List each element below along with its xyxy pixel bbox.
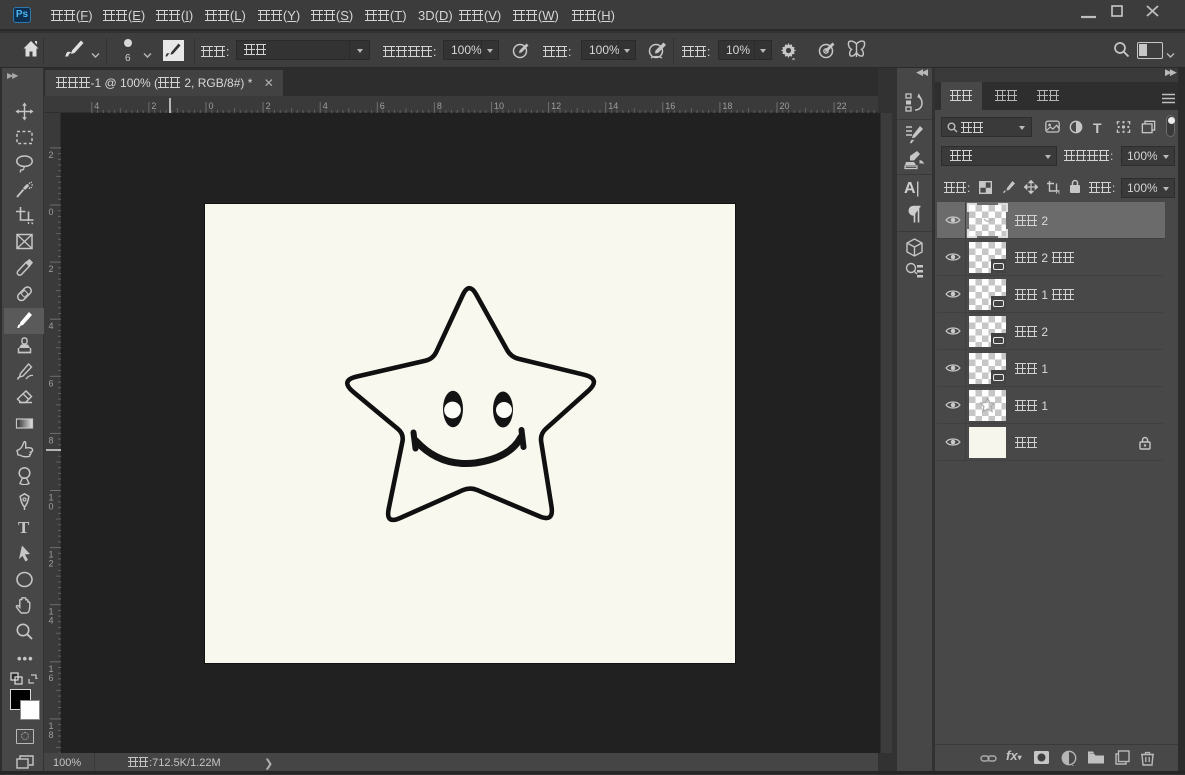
svg-text:0: 0 xyxy=(49,207,54,217)
svg-text:14: 14 xyxy=(608,101,618,111)
svg-text:18: 18 xyxy=(722,101,732,111)
svg-text:4: 4 xyxy=(49,616,54,626)
svg-text:0: 0 xyxy=(209,101,214,111)
svg-text:12: 12 xyxy=(551,101,561,111)
svg-text:2: 2 xyxy=(266,101,271,111)
svg-text:8: 8 xyxy=(49,730,54,740)
svg-text:22: 22 xyxy=(837,101,847,111)
svg-text:4: 4 xyxy=(94,101,99,111)
svg-text:16: 16 xyxy=(665,101,675,111)
svg-text:6: 6 xyxy=(49,673,54,683)
svg-text:T: T xyxy=(18,518,30,537)
svg-text:6: 6 xyxy=(49,378,54,388)
svg-text:8: 8 xyxy=(49,435,54,445)
svg-text:8: 8 xyxy=(437,101,442,111)
svg-text:2: 2 xyxy=(49,559,54,569)
svg-text:4: 4 xyxy=(323,101,328,111)
svg-text:2: 2 xyxy=(151,101,156,111)
svg-text:2: 2 xyxy=(49,264,54,274)
svg-text:0: 0 xyxy=(49,502,54,512)
svg-text:4: 4 xyxy=(49,321,54,331)
svg-text:20: 20 xyxy=(780,101,790,111)
svg-text:10: 10 xyxy=(494,101,504,111)
svg-text:6: 6 xyxy=(380,101,385,111)
svg-text:2: 2 xyxy=(49,150,54,160)
